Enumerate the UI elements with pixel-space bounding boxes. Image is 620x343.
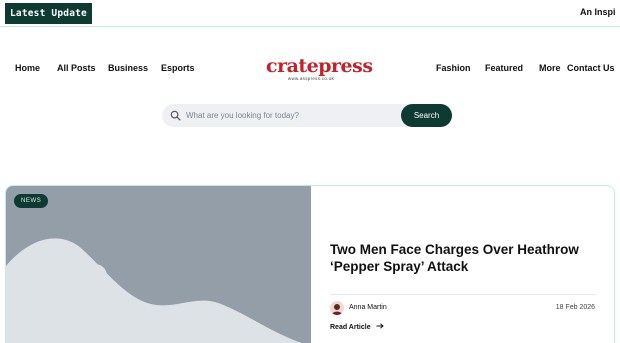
logo-wordmark: cratepress [266, 55, 373, 77]
divider [330, 294, 596, 295]
nav-contact-us[interactable]: Contact Us [567, 63, 615, 73]
category-badge[interactable]: NEWS [14, 194, 49, 208]
read-article-label: Read Article [330, 324, 371, 331]
search-icon [170, 110, 181, 121]
nav-all-posts[interactable]: All Posts [57, 63, 96, 73]
ticker-headline[interactable]: An Inspi [580, 7, 616, 17]
article-image-placeholder[interactable]: NEWS [6, 186, 311, 343]
search-input[interactable] [186, 107, 396, 124]
author-avatar [330, 301, 344, 315]
search-button[interactable]: Search [401, 104, 452, 127]
nav-esports[interactable]: Esports [161, 63, 195, 73]
news-ticker: Latest Update An Inspi [0, 0, 620, 27]
featured-article-card[interactable]: NEWS Two Men Face Charges Over Heathrow … [5, 185, 615, 343]
article-title[interactable]: Two Men Face Charges Over Heathrow ‘Pepp… [330, 241, 600, 275]
nav-home[interactable]: Home [15, 63, 40, 73]
image-placeholder-icon [6, 238, 302, 343]
arrow-right-icon [376, 323, 384, 329]
avatar-icon [331, 304, 343, 315]
search-bar: Search [162, 104, 452, 127]
publish-date: 18 Feb 2026 [555, 304, 595, 311]
nav-more[interactable]: More [539, 63, 561, 73]
author-name[interactable]: Anna Martin [349, 304, 387, 311]
nav-business[interactable]: Business [108, 63, 148, 73]
read-article-link[interactable]: Read Article [330, 323, 384, 331]
site-logo[interactable]: cratepress www.asspress.co.uk [266, 55, 373, 82]
nav-fashion[interactable]: Fashion [436, 63, 471, 73]
ticker-label: Latest Update [5, 3, 92, 24]
nav-featured[interactable]: Featured [485, 63, 523, 73]
